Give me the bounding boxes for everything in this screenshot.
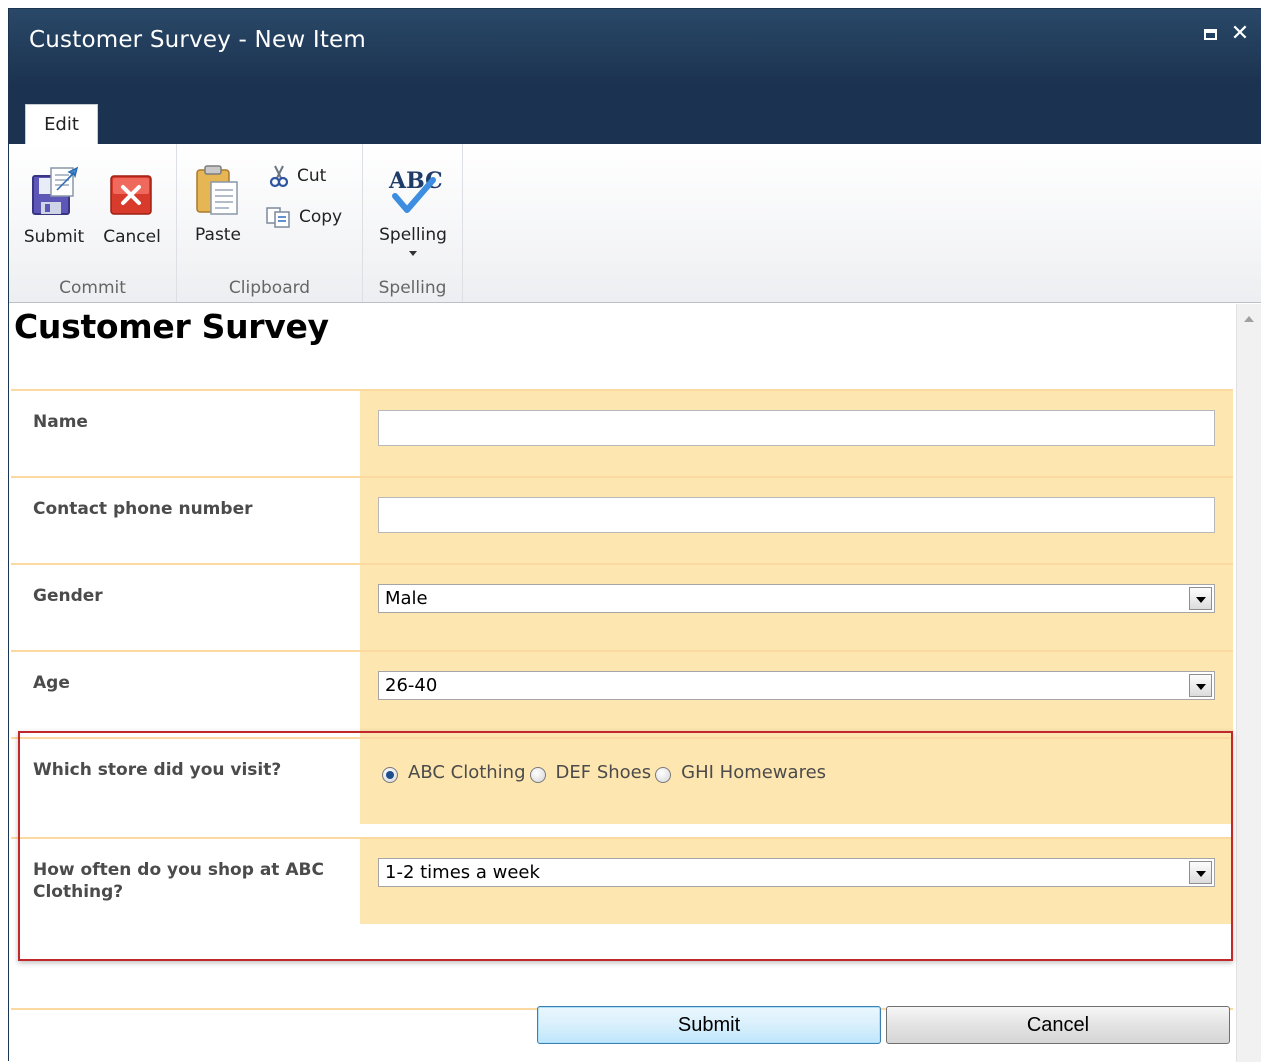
ribbon-submit-button[interactable]: Submit <box>19 164 89 247</box>
scroll-up-arrow-icon[interactable] <box>1244 316 1254 322</box>
spellcheck-icon: ABC <box>388 168 443 213</box>
form-row-frequency: How often do you shop at ABC Clothing? 1… <box>11 837 1233 924</box>
field-cell <box>360 391 1233 476</box>
tab-edit-label: Edit <box>44 114 79 135</box>
ribbon-copy-button[interactable]: Copy <box>265 206 342 228</box>
maximize-icon <box>1203 28 1217 40</box>
ribbon-group-spelling: ABC Spelling Spelling <box>363 144 463 302</box>
close-icon: ✕ <box>1230 21 1250 46</box>
field-label: How often do you shop at ABC Clothing? <box>11 839 360 924</box>
store-radio-group: ABC Clothing DEF Shoes GHI Homewares <box>382 761 830 783</box>
phone-input[interactable] <box>378 497 1215 533</box>
frequency-select[interactable]: 1-2 times a week <box>378 858 1215 887</box>
frequency-select-value: 1-2 times a week <box>385 862 540 883</box>
field-label: Which store did you visit? <box>11 739 360 824</box>
ribbon-paste-button[interactable]: Paste <box>183 162 253 245</box>
ribbon-spelling-button[interactable]: ABC Spelling <box>369 162 457 256</box>
age-select[interactable]: 26-40 <box>378 671 1215 700</box>
ribbon-group-commit-label: Commit <box>59 278 126 298</box>
field-label: Name <box>11 391 360 476</box>
chevron-down-icon[interactable] <box>1189 674 1212 697</box>
ribbon-cut-button[interactable]: Cut <box>269 164 326 188</box>
cancel-icon <box>110 175 152 215</box>
vertical-scrollbar[interactable] <box>1236 304 1261 1062</box>
form-row-gender: Gender Male <box>11 563 1233 650</box>
gender-select-value: Male <box>385 588 428 609</box>
ribbon-group-commit: Submit Cancel Commit <box>9 144 177 302</box>
radio-label: GHI Homewares <box>681 761 827 783</box>
ribbon-group-spelling-label: Spelling <box>378 278 447 298</box>
copy-icon <box>266 207 290 228</box>
field-label: Gender <box>11 565 360 650</box>
ribbon-submit-label: Submit <box>23 227 85 247</box>
field-label: Age <box>11 652 360 737</box>
chevron-down-icon[interactable] <box>1189 861 1212 884</box>
page-title: Customer Survey <box>14 307 329 346</box>
ribbon-group-clipboard: Paste Cut Copy Clipboard <box>177 144 363 302</box>
radio-unselected-icon[interactable] <box>655 767 672 783</box>
ribbon-spelling-label: Spelling <box>379 225 447 245</box>
cut-icon <box>269 165 289 188</box>
maximize-button[interactable] <box>1199 23 1221 45</box>
name-input[interactable] <box>378 410 1215 446</box>
paste-icon <box>196 165 238 215</box>
form-row-age: Age 26-40 <box>11 650 1233 737</box>
tab-edit[interactable]: Edit <box>25 104 98 144</box>
ribbon-group-clipboard-label: Clipboard <box>228 278 311 298</box>
field-cell <box>360 478 1233 563</box>
radio-option-ghi-homewares[interactable]: GHI Homewares <box>655 761 830 783</box>
form-submit-button[interactable]: Submit <box>537 1006 881 1044</box>
dialog-window: Customer Survey - New Item ✕ Edit Submit… <box>8 8 1261 1062</box>
radio-label: DEF Shoes <box>555 761 652 783</box>
radio-label: ABC Clothing <box>408 761 526 783</box>
field-cell: 1-2 times a week <box>360 839 1233 924</box>
age-select-value: 26-40 <box>385 675 438 696</box>
ribbon-cancel-button[interactable]: Cancel <box>97 164 167 247</box>
window-title: Customer Survey - New Item <box>29 27 366 53</box>
ribbon-paste-label: Paste <box>195 225 241 245</box>
radio-selected-icon[interactable] <box>382 767 398 783</box>
gender-select[interactable]: Male <box>378 584 1215 613</box>
title-bar: Customer Survey - New Item ✕ Edit <box>9 9 1261 144</box>
radio-unselected-icon[interactable] <box>529 767 546 783</box>
field-cell: 26-40 <box>360 652 1233 737</box>
form-row-store: Which store did you visit? ABC Clothing … <box>11 737 1233 824</box>
ribbon-cut-label: Cut <box>297 166 327 186</box>
field-label: Contact phone number <box>11 478 360 563</box>
form-row-name: Name <box>11 389 1233 476</box>
ribbon-copy-label: Copy <box>299 207 343 227</box>
field-cell: Male <box>360 565 1233 650</box>
ribbon: Submit Cancel Commit Paste Cut Copy Clip… <box>9 144 1261 303</box>
form-cancel-button[interactable]: Cancel <box>886 1006 1230 1044</box>
save-icon <box>32 166 79 215</box>
form-row-phone: Contact phone number <box>11 476 1233 563</box>
ribbon-cancel-label: Cancel <box>103 227 161 247</box>
chevron-down-icon[interactable] <box>1189 587 1212 610</box>
spelling-dropdown-arrow-icon[interactable] <box>409 251 417 256</box>
radio-option-def-shoes[interactable]: DEF Shoes <box>529 761 656 783</box>
radio-option-abc-clothing[interactable]: ABC Clothing <box>382 761 530 783</box>
field-cell: ABC Clothing DEF Shoes GHI Homewares <box>360 739 1233 824</box>
close-button[interactable]: ✕ <box>1229 23 1251 45</box>
